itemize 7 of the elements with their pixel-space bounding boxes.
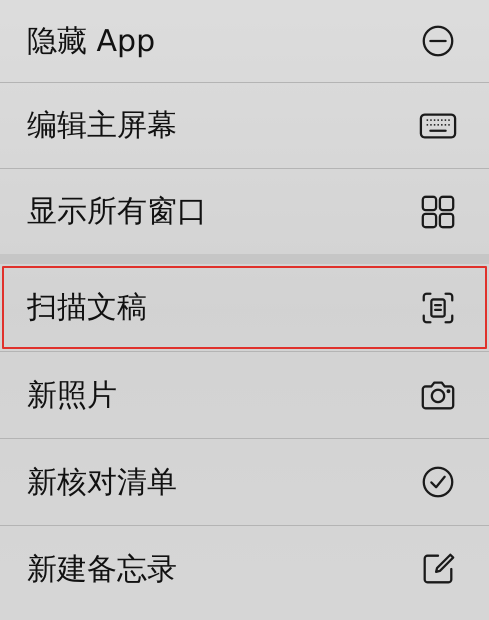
menu-item[interactable]: 扫描文稿 (0, 264, 489, 351)
menu-item[interactable]: 新核对清单 (0, 438, 489, 525)
grid-icon (419, 192, 457, 230)
menu-item[interactable]: 新照片 (0, 351, 489, 438)
menu-item[interactable]: 隐藏 App (0, 0, 489, 82)
menu-item[interactable]: 编辑主屏幕 (0, 82, 489, 168)
menu-item[interactable]: 新建备忘录 (0, 525, 489, 612)
